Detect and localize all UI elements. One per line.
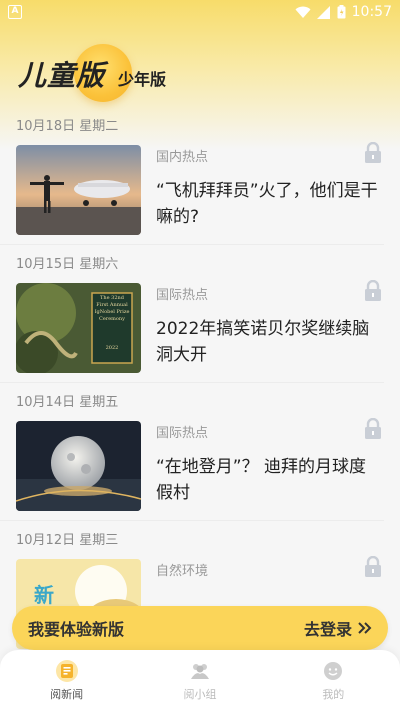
date-header: 10月14日 星期五	[0, 382, 384, 418]
tab-news[interactable]: 阅新闻	[22, 660, 112, 702]
news-category: 国际热点	[156, 426, 209, 441]
profile-icon	[324, 662, 343, 680]
news-category: 国际热点	[156, 288, 209, 303]
lock-icon	[365, 280, 381, 301]
news-title[interactable]: “在地登月”？ 迪拜的月球度假村	[156, 454, 382, 506]
lock-icon	[365, 142, 381, 163]
book-line: 2022	[105, 345, 119, 351]
lock-icon	[365, 556, 381, 577]
tab-profile[interactable]: 我的	[288, 660, 378, 702]
edition-teen-tab[interactable]: 少年版	[118, 66, 166, 90]
try-new-version-banner[interactable]: 我要体验新版 去登录	[12, 606, 388, 650]
new-badge: 新	[34, 583, 54, 607]
group-icon	[190, 664, 209, 679]
news-category: 自然环境	[156, 564, 209, 579]
edition-kids-title: 儿童版	[18, 59, 106, 92]
wifi-icon	[295, 6, 311, 19]
news-thumbnail-ignobel: The 32nd First Annual IgNobel Prize Cere…	[16, 283, 141, 373]
news-feed: 10月18日 星期二 国内热点 “飞机拜拜员”火了，他们是干嘛的? 10月15日…	[0, 106, 400, 658]
login-label: 去登录	[303, 620, 352, 639]
app-header: 儿童版 少年版	[18, 44, 318, 102]
double-chevron-right-icon	[358, 622, 372, 634]
book-line: Ceremony	[99, 316, 125, 322]
news-icon	[55, 660, 78, 682]
news-card[interactable]: 国内热点 “飞机拜拜员”火了，他们是干嘛的?	[0, 142, 400, 244]
news-category: 国内热点	[156, 150, 209, 165]
date-header: 10月12日 星期三	[0, 520, 384, 556]
date-header: 10月15日 星期六	[0, 244, 384, 280]
date-header: 10月18日 星期二	[16, 118, 119, 134]
tab-group[interactable]: 阅小组	[155, 660, 245, 702]
news-title[interactable]: 2022年搞笑诺贝尔奖继续脑洞大开	[156, 316, 382, 368]
news-card[interactable]: 国际热点 “在地登月”？ 迪拜的月球度假村	[0, 418, 400, 520]
battery-icon	[337, 5, 346, 19]
status-time: 10:57	[351, 4, 392, 20]
book-line: First Annual	[96, 302, 128, 308]
login-link[interactable]: 去登录	[304, 616, 372, 640]
tab-label: 阅新闻	[50, 688, 84, 701]
news-thumbnail-moon-resort	[16, 421, 141, 511]
signal-icon	[316, 5, 331, 19]
tab-label: 阅小组	[183, 688, 217, 701]
news-thumbnail-airplane	[16, 145, 141, 235]
bottom-tab-bar: 阅新闻 阅小组 我的	[0, 650, 400, 712]
notification-a-icon: A	[8, 5, 22, 19]
news-title[interactable]: “飞机拜拜员”火了，他们是干嘛的?	[156, 178, 382, 230]
book-line: IgNobel Prize	[94, 309, 130, 315]
banner-label: 我要体验新版	[28, 620, 125, 639]
status-bar: A 10:57	[0, 0, 400, 24]
tab-label: 我的	[322, 688, 345, 701]
lock-icon	[365, 418, 381, 439]
news-card[interactable]: The 32nd First Annual IgNobel Prize Cere…	[0, 280, 400, 382]
book-line: The 32nd	[100, 295, 124, 301]
book-cover-text: The 32nd First Annual IgNobel Prize Cere…	[92, 295, 132, 352]
